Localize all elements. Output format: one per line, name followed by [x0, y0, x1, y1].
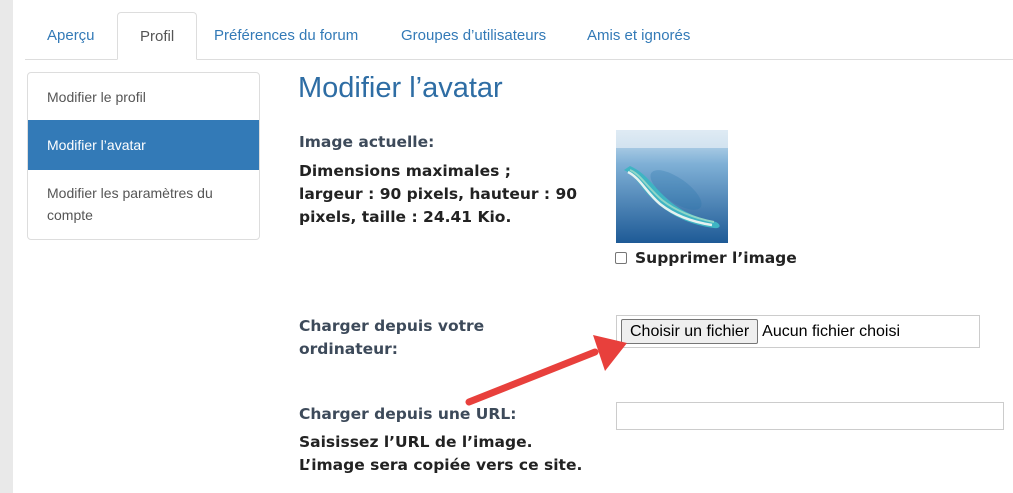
profile-sidebar: Modifier le profil Modifier l’avatar Mod…	[27, 72, 260, 240]
sidebar-item-edit-profile[interactable]: Modifier le profil	[28, 73, 259, 120]
upload-url-input[interactable]	[616, 402, 1004, 430]
delete-image-label: Supprimer l’image	[635, 248, 797, 267]
page-title: Modifier l’avatar	[298, 72, 503, 104]
delete-image-checkbox[interactable]	[615, 252, 627, 264]
tab-user-groups[interactable]: Groupes d’utilisateurs	[379, 12, 568, 59]
sidebar-item-edit-avatar[interactable]: Modifier l’avatar	[28, 120, 259, 170]
tab-forum-preferences[interactable]: Préférences du forum	[192, 12, 380, 59]
tab-friends-foes[interactable]: Amis et ignorés	[565, 12, 712, 59]
url-help-text: Saisissez l’URL de l’image. L’image sera…	[299, 431, 582, 477]
choose-file-button[interactable]: Choisir un fichier	[621, 319, 759, 344]
tab-apercu[interactable]: Aperçu	[25, 12, 117, 59]
avatar-dimensions-text: Dimensions maximales ; largeur : 90 pixe…	[299, 160, 609, 229]
no-file-chosen-text: Aucun fichier choisi	[762, 322, 900, 340]
tab-profil[interactable]: Profil	[117, 12, 198, 60]
dimensions-line-2: largeur : 90 pixels, hauteur : 90	[299, 185, 578, 203]
url-help-line-1: Saisissez l’URL de l’image.	[299, 433, 533, 451]
avatar-image	[616, 130, 728, 243]
url-help-line-2: L’image sera copiée vers ce site.	[299, 456, 583, 474]
page-left-gutter	[0, 0, 13, 493]
dimensions-line-3: pixels, taille : 24.41 Kio.	[299, 208, 512, 226]
delete-image-row: Supprimer l’image	[615, 248, 797, 268]
sidebar-item-account-settings[interactable]: Modifier les paramètres du compte	[28, 170, 259, 239]
profile-tabs: Aperçu Profil Préférences du forum Group…	[25, 12, 1013, 60]
file-upload-field: Choisir un fichier Aucun fichier choisi	[616, 315, 980, 348]
dimensions-line-1: Dimensions maximales ;	[299, 162, 511, 180]
current-image-label: Image actuelle:	[299, 133, 435, 151]
red-arrow-icon	[465, 335, 627, 406]
